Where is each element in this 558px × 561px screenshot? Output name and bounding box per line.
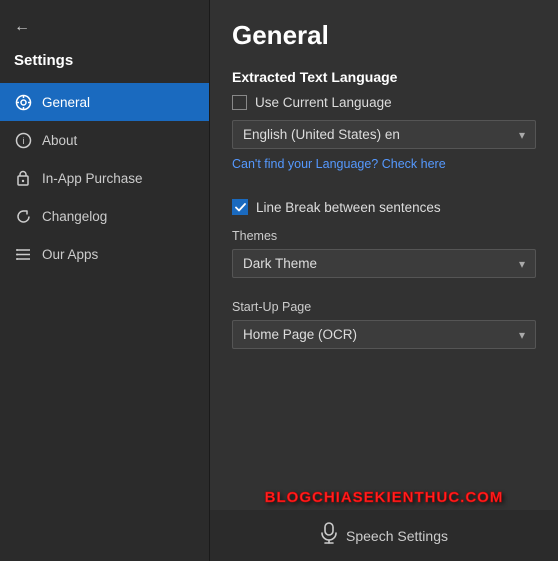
use-current-language-label: Use Current Language [255, 95, 392, 110]
about-icon: i [14, 131, 32, 149]
themes-section: Themes Dark Theme ▾ [232, 229, 536, 286]
page-title: General [232, 20, 536, 51]
sidebar-item-our-apps[interactable]: Our Apps [0, 235, 209, 273]
startup-dropdown[interactable]: Home Page (OCR) ▾ [232, 320, 536, 349]
line-break-row[interactable]: Line Break between sentences [232, 199, 536, 215]
speech-settings-label: Speech Settings [346, 528, 448, 544]
svg-text:i: i [22, 136, 24, 146]
language-dropdown-arrow: ▾ [519, 128, 525, 142]
sidebar-item-changelog[interactable]: Changelog [0, 197, 209, 235]
themes-dropdown-arrow: ▾ [519, 257, 525, 271]
speech-icon [320, 522, 338, 549]
sidebar-label-changelog: Changelog [42, 209, 107, 224]
sidebar-label-our-apps: Our Apps [42, 247, 98, 262]
use-current-language-checkbox[interactable] [232, 95, 247, 110]
sidebar: ← Settings General i About [0, 0, 210, 561]
themes-dropdown[interactable]: Dark Theme ▾ [232, 249, 536, 278]
sidebar-item-about[interactable]: i About [0, 121, 209, 159]
sidebar-item-general[interactable]: General [0, 83, 209, 121]
back-button[interactable]: ← [0, 10, 209, 48]
purchase-icon [14, 169, 32, 187]
use-current-language-row[interactable]: Use Current Language [232, 95, 536, 110]
changelog-icon [14, 207, 32, 225]
general-icon [14, 93, 32, 111]
line-break-label: Line Break between sentences [256, 200, 441, 215]
watermark: BLOGCHIASEKIENTHUC.COM [210, 489, 558, 506]
themes-title: Themes [232, 229, 536, 243]
back-icon: ← [14, 18, 30, 36]
our-apps-icon [14, 245, 32, 263]
speech-settings-button[interactable]: Speech Settings [210, 510, 558, 561]
line-break-checkbox[interactable] [232, 199, 248, 215]
language-dropdown[interactable]: English (United States) en ▾ [232, 120, 536, 149]
language-link[interactable]: Can't find your Language? Check here [232, 157, 536, 171]
startup-title: Start-Up Page [232, 300, 536, 314]
sidebar-item-in-app-purchase[interactable]: In-App Purchase [0, 159, 209, 197]
extracted-text-section: Extracted Text Language Use Current Lang… [232, 69, 536, 185]
sidebar-label-purchase: In-App Purchase [42, 171, 143, 186]
startup-dropdown-value: Home Page (OCR) [243, 327, 357, 342]
sidebar-label-about: About [42, 133, 77, 148]
main-content: General Extracted Text Language Use Curr… [210, 0, 558, 561]
extracted-text-title: Extracted Text Language [232, 69, 536, 85]
sidebar-title: Settings [0, 48, 209, 83]
startup-dropdown-arrow: ▾ [519, 328, 525, 342]
language-dropdown-value: English (United States) en [243, 127, 400, 142]
startup-section: Start-Up Page Home Page (OCR) ▾ [232, 300, 536, 357]
themes-dropdown-value: Dark Theme [243, 256, 317, 271]
sidebar-label-general: General [42, 95, 90, 110]
